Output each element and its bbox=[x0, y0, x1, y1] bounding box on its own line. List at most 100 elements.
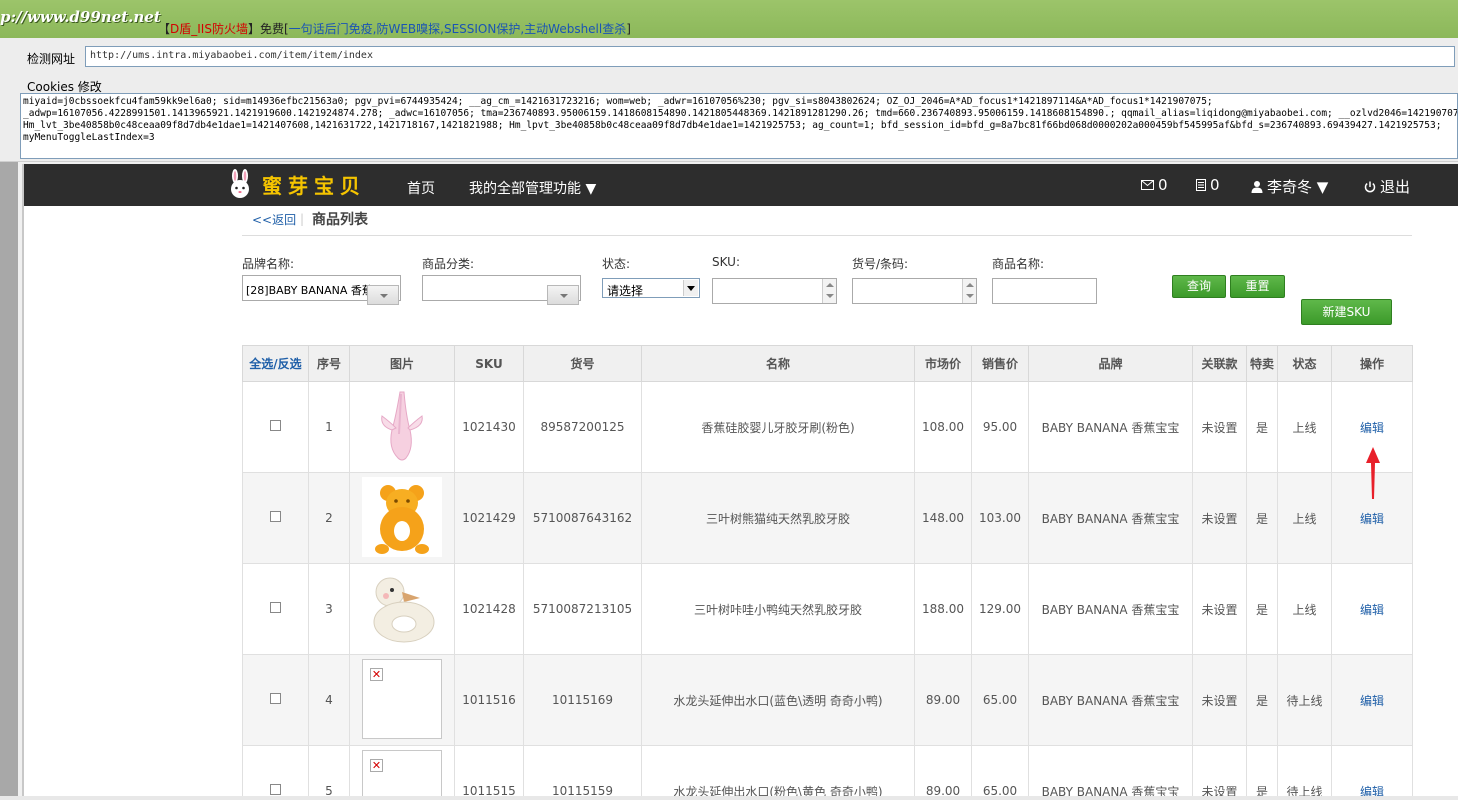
tasks-count: 0 bbox=[1210, 176, 1220, 194]
logout-label: 退出 bbox=[1380, 178, 1411, 196]
edit-link[interactable]: 编辑 bbox=[1360, 785, 1384, 797]
row-checkbox[interactable] bbox=[270, 693, 281, 704]
row-sale-price: 129.00 bbox=[971, 563, 1029, 655]
itemno-input[interactable] bbox=[852, 278, 977, 304]
nav-logout[interactable]: 退出 bbox=[1364, 176, 1410, 197]
ad-prefix: 【 bbox=[158, 22, 171, 36]
row-item-no: 10115159 bbox=[523, 745, 642, 796]
row-market-price: 148.00 bbox=[914, 472, 972, 564]
product-image-banana-toothbrush[interactable] bbox=[362, 385, 442, 466]
row-seq: 1 bbox=[308, 381, 350, 473]
row-status: 待上线 bbox=[1277, 654, 1332, 746]
nav-messages[interactable]: 0 bbox=[1141, 176, 1168, 194]
col-linked: 关联款 bbox=[1192, 345, 1247, 382]
row-market-price: 108.00 bbox=[914, 381, 972, 473]
url-input[interactable]: http://ums.intra.miyabaobei.com/item/ite… bbox=[85, 46, 1455, 67]
row-sku: 1021430 bbox=[454, 381, 524, 473]
new-sku-button[interactable]: 新建SKU bbox=[1301, 299, 1392, 325]
col-name: 名称 bbox=[641, 345, 915, 382]
power-icon bbox=[1364, 181, 1376, 192]
col-select-all[interactable]: 全选/反选 bbox=[242, 345, 309, 382]
row-sku: 1021428 bbox=[454, 563, 524, 655]
status-value: 请选择 bbox=[607, 284, 644, 298]
status-dropdown-button[interactable] bbox=[683, 280, 698, 296]
name-input[interactable] bbox=[992, 278, 1097, 304]
sku-label: SKU: bbox=[712, 255, 740, 269]
edit-link[interactable]: 编辑 bbox=[1360, 421, 1384, 435]
table-row: 3 1021428 5710087213105 三叶树咔哇小鸭纯天然乳胶牙胶 1… bbox=[242, 563, 1413, 655]
red-arrow-annotation-icon bbox=[1366, 447, 1380, 499]
brand-value: [28]BABY BANANA 香蕉宝宝 bbox=[246, 284, 374, 297]
logo-text: 蜜芽宝贝 bbox=[262, 173, 366, 198]
edit-link[interactable]: 编辑 bbox=[1360, 603, 1384, 617]
col-action: 操作 bbox=[1331, 345, 1413, 382]
col-seq: 序号 bbox=[308, 345, 350, 382]
row-flash-sale: 是 bbox=[1246, 563, 1278, 655]
rabbit-logo-icon bbox=[231, 169, 249, 198]
table-row: 5 ✕ 1011515 10115159 水龙头延伸出水口(粉色\黄色 奇奇小鸭… bbox=[242, 745, 1413, 797]
navbar: 蜜芽宝贝 首页 我的全部管理功能 ▼ 0 0 李奇冬 ▼ 退出 bbox=[24, 164, 1458, 206]
row-flash-sale: 是 bbox=[1246, 381, 1278, 473]
top-banner: p://www.d99net.net 【D盾_IIS防火墙】免费[一句话后门免疫… bbox=[0, 0, 1458, 38]
row-item-no: 10115169 bbox=[523, 654, 642, 746]
row-linked: 未设置 bbox=[1192, 563, 1247, 655]
edit-link[interactable]: 编辑 bbox=[1360, 512, 1384, 526]
nav-tasks[interactable]: 0 bbox=[1196, 176, 1220, 194]
row-checkbox[interactable] bbox=[270, 511, 281, 522]
status-label: 状态: bbox=[602, 257, 631, 271]
row-seq: 2 bbox=[308, 472, 350, 564]
user-name: 李奇冬 ▼ bbox=[1267, 178, 1329, 196]
nav-all-functions[interactable]: 我的全部管理功能 ▼ bbox=[469, 178, 596, 198]
ad-desc-link[interactable]: 一句话后门免疫,防WEB嗅探,SESSION保护,主动Webshell查杀 bbox=[289, 22, 627, 36]
title-divider bbox=[242, 235, 1412, 236]
row-brand: BABY BANANA 香蕉宝宝 bbox=[1028, 745, 1193, 796]
row-item-no: 89587200125 bbox=[523, 381, 642, 473]
row-status: 上线 bbox=[1277, 381, 1332, 473]
back-link[interactable]: <<返回 bbox=[252, 211, 296, 228]
row-checkbox[interactable] bbox=[270, 784, 281, 795]
query-button[interactable]: 查询 bbox=[1172, 275, 1226, 298]
table-header-row: 全选/反选 序号 图片 SKU 货号 名称 市场价 销售价 品牌 关联款 特卖 … bbox=[242, 345, 1413, 382]
nav-home[interactable]: 首页 bbox=[407, 178, 435, 198]
tool-panel: 检测网址 http://ums.intra.miyabaobei.com/ite… bbox=[0, 38, 1458, 162]
sku-spinner[interactable] bbox=[822, 279, 836, 303]
product-image-duck[interactable] bbox=[362, 567, 442, 648]
status-select[interactable]: 请选择 bbox=[602, 278, 700, 298]
list-icon bbox=[1196, 179, 1206, 191]
ad-text: 【D盾_IIS防火墙】免费[一句话后门免疫,防WEB嗅探,SESSION保护,主… bbox=[158, 20, 631, 37]
product-image-orange-bear[interactable] bbox=[362, 476, 442, 557]
row-name: 三叶树熊猫纯天然乳胶牙胶 bbox=[641, 472, 915, 564]
reset-button[interactable]: 重置 bbox=[1230, 275, 1285, 298]
header-separator: | bbox=[300, 212, 305, 226]
row-market-price: 188.00 bbox=[914, 563, 972, 655]
ad-mid: 】免费[ bbox=[247, 22, 289, 36]
col-market-price: 市场价 bbox=[914, 345, 972, 382]
col-sale-price: 销售价 bbox=[971, 345, 1029, 382]
category-combo[interactable] bbox=[422, 275, 581, 305]
itemno-spinner[interactable] bbox=[962, 279, 976, 303]
row-sku: 1011515 bbox=[454, 745, 524, 796]
row-market-price: 89.00 bbox=[914, 654, 972, 746]
row-flash-sale: 是 bbox=[1246, 472, 1278, 564]
row-sku: 1021429 bbox=[454, 472, 524, 564]
site-url-text[interactable]: p://www.d99net.net bbox=[0, 8, 161, 26]
col-brand: 品牌 bbox=[1028, 345, 1193, 382]
ad-brand-link[interactable]: D盾_IIS防火墙 bbox=[170, 22, 248, 36]
edit-link[interactable]: 编辑 bbox=[1360, 694, 1384, 708]
mail-icon bbox=[1141, 180, 1154, 190]
row-sale-price: 95.00 bbox=[971, 381, 1029, 473]
category-label: 商品分类: bbox=[422, 257, 475, 271]
sku-input[interactable] bbox=[712, 278, 837, 304]
cookie-textarea[interactable]: miyaid=j0cbssoekfcu4fam59kk9el6a0; sid=m… bbox=[20, 93, 1458, 159]
category-dropdown-button[interactable] bbox=[547, 285, 579, 305]
col-image: 图片 bbox=[349, 345, 455, 382]
brand-combo[interactable]: [28]BABY BANANA 香蕉宝宝 bbox=[242, 275, 401, 305]
broken-image-icon[interactable]: ✕ bbox=[362, 658, 442, 739]
broken-image-icon[interactable]: ✕ bbox=[362, 749, 442, 796]
col-item-no: 货号 bbox=[523, 345, 642, 382]
row-checkbox[interactable] bbox=[270, 420, 281, 431]
row-checkbox[interactable] bbox=[270, 602, 281, 613]
nav-user-menu[interactable]: 李奇冬 ▼ bbox=[1251, 176, 1328, 197]
logo[interactable]: 蜜芽宝贝 bbox=[226, 169, 366, 199]
brand-dropdown-button[interactable] bbox=[367, 285, 399, 305]
